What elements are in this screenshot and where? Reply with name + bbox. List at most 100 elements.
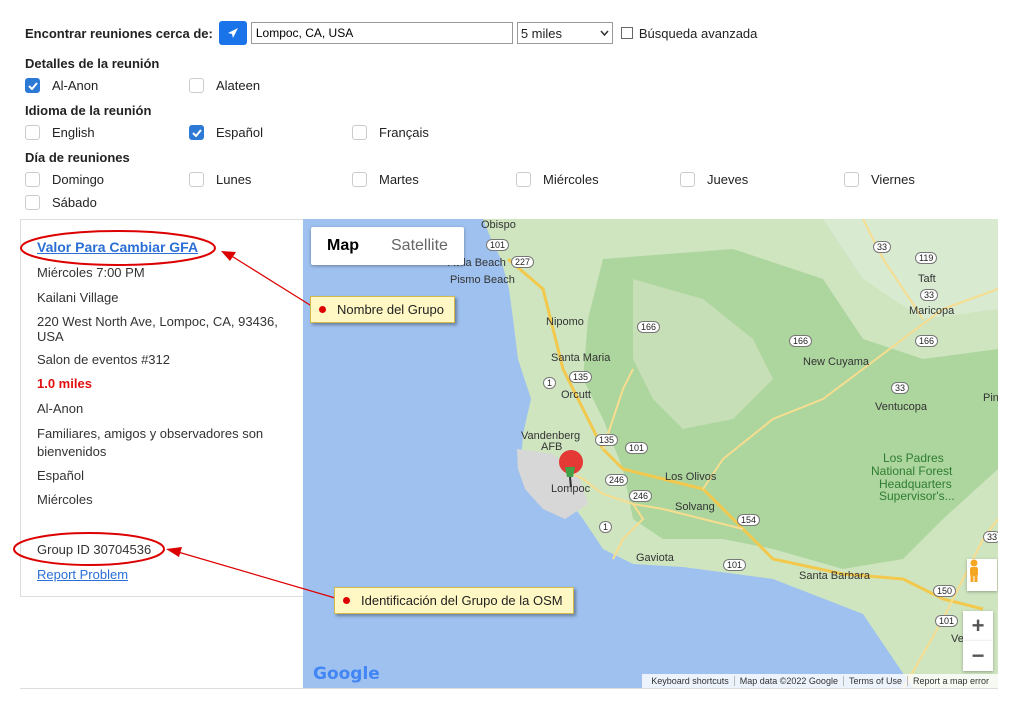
meeting-distance: 1.0 miles bbox=[37, 376, 92, 391]
place-label: Supervisor's... bbox=[879, 489, 955, 503]
map[interactable]: Obispo Avila Beach Pismo Beach Nipomo Sa… bbox=[303, 219, 998, 688]
road-shield: 1 bbox=[599, 521, 613, 533]
map-data-attribution: Map data ©2022 Google bbox=[733, 676, 843, 686]
minus-icon: − bbox=[971, 643, 985, 668]
road-shield: 154 bbox=[737, 514, 761, 526]
place-label: Orcutt bbox=[561, 389, 591, 401]
search-row: Encontrar reuniones cerca de: 5 miles Bú… bbox=[25, 20, 757, 46]
checkbox-domingo[interactable]: Domingo bbox=[25, 172, 104, 187]
checkbox-box[interactable] bbox=[516, 172, 531, 187]
map-type-map-button[interactable]: Map bbox=[311, 227, 375, 265]
distance-select[interactable]: 5 miles bbox=[516, 22, 613, 44]
road-shield: 101 bbox=[723, 559, 747, 571]
group-id-callout: Identificación del Grupo de la OSM bbox=[334, 587, 574, 614]
checkbox-box[interactable] bbox=[844, 172, 859, 187]
place-label: Ve bbox=[951, 633, 964, 645]
report-map-error-link[interactable]: Report a map error bbox=[906, 676, 994, 686]
callout-dot-icon bbox=[319, 306, 326, 313]
location-input[interactable] bbox=[250, 22, 513, 44]
checkbox-box[interactable] bbox=[25, 78, 40, 93]
place-label: Ventucopa bbox=[875, 401, 927, 413]
checkbox-label: Miércoles bbox=[543, 172, 599, 187]
days-title: Día de reuniones bbox=[25, 150, 130, 165]
meeting-language: Español bbox=[37, 468, 84, 483]
place-label: Los Olivos bbox=[665, 471, 717, 483]
meeting-day: Miércoles bbox=[37, 492, 93, 507]
callout-text: Identificación del Grupo de la OSM bbox=[361, 593, 563, 608]
meeting-audience: Familiares, amigos y observadores son bi… bbox=[37, 426, 264, 459]
group-name-link[interactable]: Valor Para Cambiar GFA bbox=[37, 240, 198, 255]
chevron-down-icon bbox=[600, 30, 609, 36]
road-shield: 166 bbox=[915, 335, 939, 347]
road-shield: 135 bbox=[569, 371, 593, 383]
checkbox-label: Jueves bbox=[707, 172, 749, 187]
checkbox-label: Al-Anon bbox=[52, 78, 99, 93]
checkbox-sabado[interactable]: Sábado bbox=[25, 195, 97, 210]
checkbox-al-anon[interactable]: Al-Anon bbox=[25, 78, 98, 93]
meeting-result-panel: Valor Para Cambiar GFA Miércoles 7:00 PM… bbox=[20, 219, 303, 597]
road-shield: 166 bbox=[789, 335, 813, 347]
checkbox-label: Sábado bbox=[52, 195, 97, 210]
checkbox-espanol[interactable]: Español bbox=[189, 125, 263, 140]
road-shield: 33 bbox=[983, 531, 998, 543]
meeting-day-time: Miércoles 7:00 PM bbox=[37, 265, 145, 280]
checkbox-box[interactable] bbox=[352, 125, 367, 140]
road-shield: 101 bbox=[935, 615, 959, 627]
map-type-satellite-button[interactable]: Satellite bbox=[375, 227, 464, 265]
road-shield: 227 bbox=[511, 256, 535, 268]
place-label: Obispo bbox=[481, 219, 516, 231]
checkbox-box[interactable] bbox=[25, 172, 40, 187]
checkmark-icon bbox=[27, 81, 38, 90]
place-label: Lompoc bbox=[551, 483, 591, 495]
checkbox-alateen[interactable]: Alateen bbox=[189, 78, 260, 93]
meeting-address: 220 West North Ave, Lompoc, CA, 93436, U… bbox=[37, 314, 278, 344]
checkbox-label: Español bbox=[216, 125, 263, 140]
checkbox-francais[interactable]: Français bbox=[352, 125, 429, 140]
place-label: Pismo Beach bbox=[450, 274, 515, 286]
checkbox-box[interactable] bbox=[25, 195, 40, 210]
checkbox-label: Martes bbox=[379, 172, 419, 187]
checkbox-english[interactable]: English bbox=[25, 125, 95, 140]
checkbox-box[interactable] bbox=[189, 125, 204, 140]
meeting-type: Al-Anon bbox=[37, 401, 84, 416]
checkmark-icon bbox=[191, 128, 202, 137]
place-label: National Forest bbox=[871, 464, 953, 478]
checkbox-jueves[interactable]: Jueves bbox=[680, 172, 748, 187]
place-label: Maricopa bbox=[909, 305, 955, 317]
road-shield: 101 bbox=[486, 239, 510, 251]
place-label: New Cuyama bbox=[803, 356, 870, 368]
checkbox-box[interactable] bbox=[352, 172, 367, 187]
checkbox-box[interactable] bbox=[25, 125, 40, 140]
checkbox-miercoles[interactable]: Miércoles bbox=[516, 172, 599, 187]
meeting-venue: Kailani Village bbox=[37, 290, 119, 305]
location-arrow-icon bbox=[227, 28, 238, 38]
advanced-search-checkbox[interactable] bbox=[620, 27, 633, 39]
checkbox-box[interactable] bbox=[189, 172, 204, 187]
checkbox-viernes[interactable]: Viernes bbox=[844, 172, 915, 187]
checkbox-label: English bbox=[52, 125, 95, 140]
checkbox-box[interactable] bbox=[189, 78, 204, 93]
zoom-out-button[interactable]: − bbox=[963, 641, 993, 671]
road-shield: 33 bbox=[920, 289, 939, 301]
keyboard-shortcuts-link[interactable]: Keyboard shortcuts bbox=[646, 676, 734, 686]
terms-of-use-link[interactable]: Terms of Use bbox=[842, 676, 907, 686]
callout-dot-icon bbox=[343, 597, 350, 604]
plus-icon: + bbox=[971, 613, 985, 638]
pegman-icon bbox=[970, 559, 978, 582]
zoom-in-button[interactable]: + bbox=[963, 611, 993, 641]
report-problem-link[interactable]: Report Problem bbox=[37, 567, 128, 582]
road-shield: 246 bbox=[605, 474, 629, 486]
map-type-toggle: Map Satellite bbox=[311, 227, 464, 265]
checkbox-lunes[interactable]: Lunes bbox=[189, 172, 251, 187]
checkbox-martes[interactable]: Martes bbox=[352, 172, 419, 187]
road-shield: 101 bbox=[625, 442, 649, 454]
locate-button[interactable] bbox=[218, 21, 247, 45]
place-label: Gaviota bbox=[636, 552, 674, 564]
street-view-pegman[interactable] bbox=[967, 559, 997, 591]
road-shield: 33 bbox=[873, 241, 892, 253]
place-label: Santa Barbara bbox=[799, 570, 870, 582]
checkbox-box[interactable] bbox=[680, 172, 695, 187]
road-shield: 135 bbox=[595, 434, 619, 446]
advanced-search[interactable]: Búsqueda avanzada bbox=[620, 26, 757, 41]
road-shield: 166 bbox=[637, 321, 661, 333]
